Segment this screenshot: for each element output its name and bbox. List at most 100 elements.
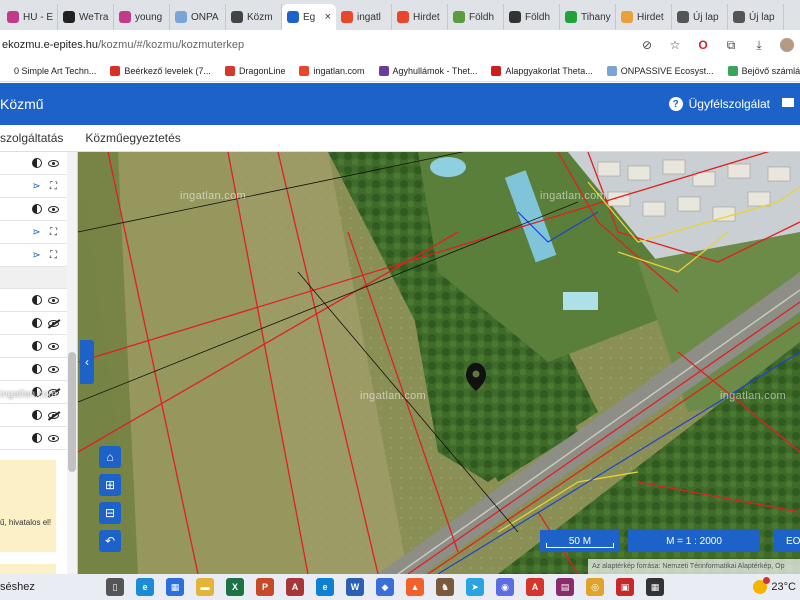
home-button[interactable]: ⌂	[99, 446, 121, 468]
task-view-icon[interactable]: ▯	[106, 578, 124, 596]
edge-alt-icon[interactable]: e	[316, 578, 334, 596]
visibility-icon[interactable]	[48, 342, 59, 350]
bookmark-item[interactable]: Bejövő számlák | On...	[727, 65, 800, 76]
app-dark-icon[interactable]: ▦	[646, 578, 664, 596]
opacity-icon[interactable]	[32, 433, 42, 443]
app-orange-icon[interactable]: ▲	[406, 578, 424, 596]
powerpoint-icon[interactable]: P	[256, 578, 274, 596]
telegram-icon[interactable]: ➤	[466, 578, 484, 596]
close-tab-icon[interactable]: ×	[325, 11, 331, 23]
browser-tab[interactable]: WeTra	[58, 4, 114, 30]
opacity-icon[interactable]	[32, 341, 42, 351]
app-game-icon[interactable]: ♞	[436, 578, 454, 596]
visibility-icon[interactable]	[48, 296, 59, 304]
zoom-extent-icon[interactable]: ⛶	[48, 227, 59, 238]
browser-tab[interactable]: ingatl	[336, 4, 392, 30]
visibility-icon[interactable]	[48, 365, 59, 373]
crs-label: EO	[786, 535, 800, 547]
scale-ratio[interactable]: M = 1 : 2000	[628, 530, 760, 552]
visibility-icon[interactable]	[48, 434, 59, 442]
chrome-icon[interactable]: ◎	[586, 578, 604, 596]
bookmark-item[interactable]: DragonLine	[224, 65, 285, 76]
bookmark-item[interactable]: Beérkező levelek (7...	[110, 65, 211, 76]
acrobat-icon[interactable]: A	[526, 578, 544, 596]
hide-tracking-icon[interactable]: ⊘	[640, 38, 654, 52]
browser-tab[interactable]: Hirdet	[392, 4, 448, 30]
bookmark-item[interactable]: Agyhullámok - Thet...	[378, 65, 477, 76]
browser-tab[interactable]: Új lap	[728, 4, 784, 30]
opacity-icon[interactable]	[32, 158, 42, 168]
profile-avatar-icon[interactable]	[780, 38, 794, 52]
browser-tab[interactable]: Földh	[448, 4, 504, 30]
taskbar-search[interactable]: séshez	[0, 581, 100, 593]
app-title[interactable]: Közmű	[0, 96, 44, 112]
support-link[interactable]: ? Ügyfélszolgálat	[668, 97, 770, 111]
zoom-extent-icon[interactable]: ⛶	[48, 181, 59, 192]
pool	[563, 292, 598, 310]
aerial-map[interactable]	[78, 152, 800, 574]
bookmark-item[interactable]: Alapgyakorlat Theta...	[491, 65, 593, 76]
word-icon[interactable]: W	[346, 578, 364, 596]
browser-tab[interactable]: HU - E	[2, 4, 58, 30]
back-button[interactable]: ↶	[99, 530, 121, 552]
bookmark-item[interactable]: ingatlan.com	[299, 65, 365, 76]
bookmark-star-icon[interactable]: ☆	[668, 38, 682, 52]
map-view[interactable]	[78, 152, 800, 574]
url-field[interactable]: ekozmu.e-epites.hu/kozmu/#/kozmu/kozmute…	[2, 39, 244, 51]
nav-kozmuegyeztetes[interactable]: Közműegyeztetés	[85, 131, 180, 145]
mail-icon[interactable]	[782, 98, 794, 107]
share-icon[interactable]: ⋗	[31, 250, 42, 261]
layer-row	[0, 152, 77, 175]
app-blue-icon[interactable]: ◆	[376, 578, 394, 596]
browser-tab[interactable]: Földh	[504, 4, 560, 30]
zoom-in-button[interactable]: ⊞	[99, 474, 121, 496]
messenger-icon[interactable]: ◉	[496, 578, 514, 596]
address-bar[interactable]: ekozmu.e-epites.hu/kozmu/#/kozmu/kozmute…	[0, 30, 800, 60]
browser-tab[interactable]: Hirdet	[616, 4, 672, 30]
app-red-icon[interactable]: ▣	[616, 578, 634, 596]
weather-widget[interactable]: 23°C	[753, 577, 800, 594]
share-icon[interactable]: ⋗	[31, 227, 42, 238]
panel-scrollbar[interactable]	[67, 152, 77, 574]
visibility-icon[interactable]	[48, 205, 59, 213]
nav-szolgaltatas[interactable]: szolgáltatás	[0, 131, 63, 145]
opacity-icon[interactable]	[32, 204, 42, 214]
edge-icon[interactable]: e	[136, 578, 154, 596]
opacity-icon[interactable]	[32, 410, 42, 420]
opera-icon[interactable]: O	[696, 38, 710, 52]
extensions-icon[interactable]: ⧉	[724, 38, 738, 52]
browser-tab[interactable]: Eg ×	[282, 4, 336, 30]
panel-scrollbar-thumb[interactable]	[68, 352, 76, 472]
windows-taskbar: séshez ▯ e ▦ ▬ X P Ae W ◆ ▲ ♞ ➤ ◉ A ▤ ◎ ▣ ▦ 23°C	[0, 574, 800, 600]
access-icon[interactable]: A	[286, 578, 304, 596]
opacity-icon[interactable]	[32, 364, 42, 374]
tab-label: young	[135, 11, 163, 23]
winrar-icon[interactable]: ▤	[556, 578, 574, 596]
browser-tab[interactable]: young	[114, 4, 170, 30]
chrome-icon	[733, 11, 745, 23]
bookmark-item[interactable]: ONPASSIVE Ecosyst...	[606, 65, 714, 76]
panel-collapse-button[interactable]: ‹	[80, 340, 94, 384]
browser-tab[interactable]: ONPA	[170, 4, 226, 30]
opacity-icon[interactable]	[32, 318, 42, 328]
zoom-out-button[interactable]: ⊟	[99, 502, 121, 524]
bookmark-item[interactable]: 0 Simple Art Techn...	[0, 65, 96, 76]
visibility-off-icon[interactable]	[48, 411, 59, 419]
temperature-label: 23°C	[771, 581, 796, 593]
share-icon[interactable]: ⋗	[31, 181, 42, 192]
zoom-extent-icon[interactable]: ⛶	[48, 250, 59, 261]
visibility-off-icon[interactable]	[48, 319, 59, 327]
explorer-icon[interactable]: ▬	[196, 578, 214, 596]
tab-label: WeTra	[79, 11, 109, 23]
visibility-icon[interactable]	[48, 159, 59, 167]
download-icon[interactable]: ⤓	[752, 38, 766, 52]
store-icon[interactable]: ▦	[166, 578, 184, 596]
browser-tab[interactable]: Tihany	[560, 4, 616, 30]
browser-tab[interactable]: Új lap	[672, 4, 728, 30]
crs-indicator[interactable]: EO	[774, 530, 800, 552]
opacity-icon[interactable]	[32, 295, 42, 305]
browser-tab[interactable]: Közm	[226, 4, 282, 30]
excel-icon[interactable]: X	[226, 578, 244, 596]
bookmark-favicon-icon	[0, 65, 10, 76]
bookmark-favicon-icon	[727, 65, 738, 76]
